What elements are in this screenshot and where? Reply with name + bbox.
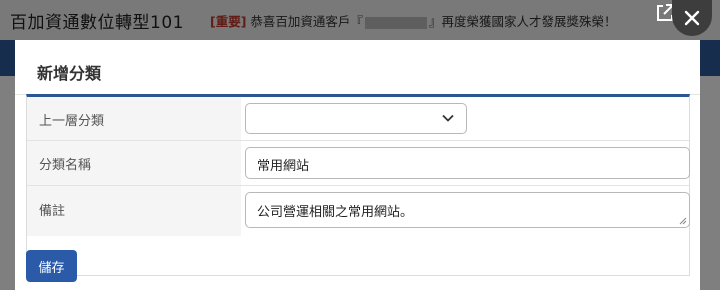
form-row-remarks: 備註 公司營運相關之常用網站。 — [27, 186, 690, 236]
form-row-category-name: 分類名稱 常用網站 — [27, 141, 690, 186]
category-name-input[interactable]: 常用網站 — [245, 147, 690, 179]
category-form: 上一層分類 分類名稱 常用網站 備註 公司營運相關之常用網站。 — [26, 94, 690, 276]
add-category-dialog: 新增分類 上一層分類 分類名稱 常用網站 備註 公司營運相關之常用網站。 儲存 — [15, 40, 700, 290]
parent-category-select[interactable] — [245, 103, 467, 134]
close-icon — [684, 10, 700, 26]
category-name-label: 分類名稱 — [39, 158, 92, 173]
remarks-textarea[interactable]: 公司營運相關之常用網站。 — [245, 192, 690, 228]
dialog-title: 新增分類 — [37, 64, 102, 83]
remarks-value: 公司營運相關之常用網站。 — [257, 205, 414, 220]
parent-category-label: 上一層分類 — [39, 114, 105, 129]
resize-grip-icon[interactable] — [679, 217, 687, 225]
form-row-parent-category: 上一層分類 — [27, 97, 689, 141]
remarks-label: 備註 — [39, 204, 66, 219]
chevron-down-icon — [442, 114, 454, 122]
label-cell: 分類名稱 — [27, 141, 241, 185]
save-button[interactable]: 儲存 — [26, 250, 77, 282]
label-cell: 備註 — [27, 186, 241, 236]
label-cell: 上一層分類 — [27, 97, 241, 140]
